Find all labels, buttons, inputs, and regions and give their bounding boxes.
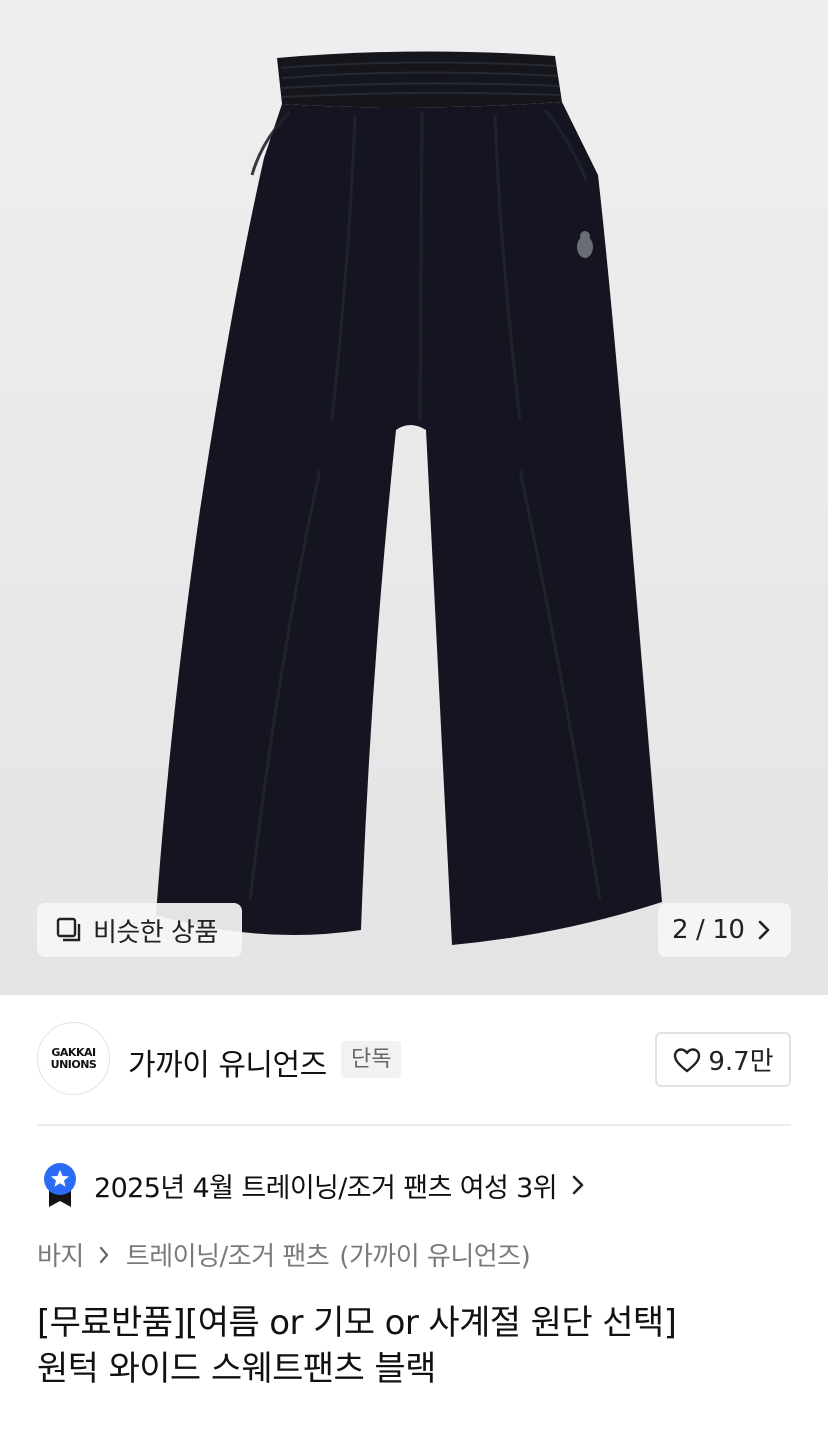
similar-products-button[interactable]: 비슷한 상품 [37,903,242,957]
brand-name[interactable]: 가까이 유니언즈 [128,1040,327,1084]
product-image-gallery[interactable]: 비슷한 상품 2 / 10 [0,0,828,995]
similar-items-icon [56,917,81,942]
chevron-right-icon [99,1246,108,1263]
heart-icon [674,1047,701,1072]
brand-logo-line1: GAKKAI [51,1045,96,1059]
product-title: [무료반품][여름 or 기모 or 사계절 원단 선택] 원턱 와이드 스웨트… [37,1300,797,1392]
product-photo-pants [156,51,662,945]
ranking-link[interactable]: 2025년 4월 트레이닝/조거 팬츠 여성 3위 [40,1160,585,1210]
breadcrumb-subcategory[interactable]: 트레이닝/조거 팬츠 [126,1236,330,1273]
gallery-page-counter[interactable]: 2 / 10 [658,903,791,957]
breadcrumb-category[interactable]: 바지 [37,1236,84,1273]
gallery-current-index: 2 [672,915,689,945]
like-count: 9.7만 [708,1047,774,1077]
ranking-medal-icon [44,1163,76,1207]
chevron-right-icon [572,1175,584,1195]
product-title-line2: 원턱 와이드 스웨트팬츠 블랙 [37,1349,436,1389]
product-title-line1: [무료반품][여름 or 기모 or 사계절 원단 선택] [37,1303,677,1343]
brand-logo-line2: UNIONS [50,1057,97,1071]
gallery-total: 10 [712,915,745,945]
brand-row: GAKKAI UNIONS 가까이 유니언즈 단독 9.7만 [37,1022,791,1096]
breadcrumb: 바지 트레이닝/조거 팬츠 (가까이 유니언즈) [37,1236,531,1273]
breadcrumb-brand[interactable]: (가까이 유니언즈) [339,1236,531,1273]
ranking-text: 2025년 4월 트레이닝/조거 팬츠 여성 3위 [94,1172,558,1204]
brand-logo[interactable]: GAKKAI UNIONS [37,1022,110,1095]
brand-like-button[interactable]: 9.7만 [655,1032,791,1087]
section-divider [37,1124,791,1126]
gallery-separator: / [696,915,705,945]
similar-products-label: 비슷한 상품 [93,917,218,948]
exclusive-badge: 단독 [341,1041,402,1078]
chevron-right-icon [759,920,770,940]
